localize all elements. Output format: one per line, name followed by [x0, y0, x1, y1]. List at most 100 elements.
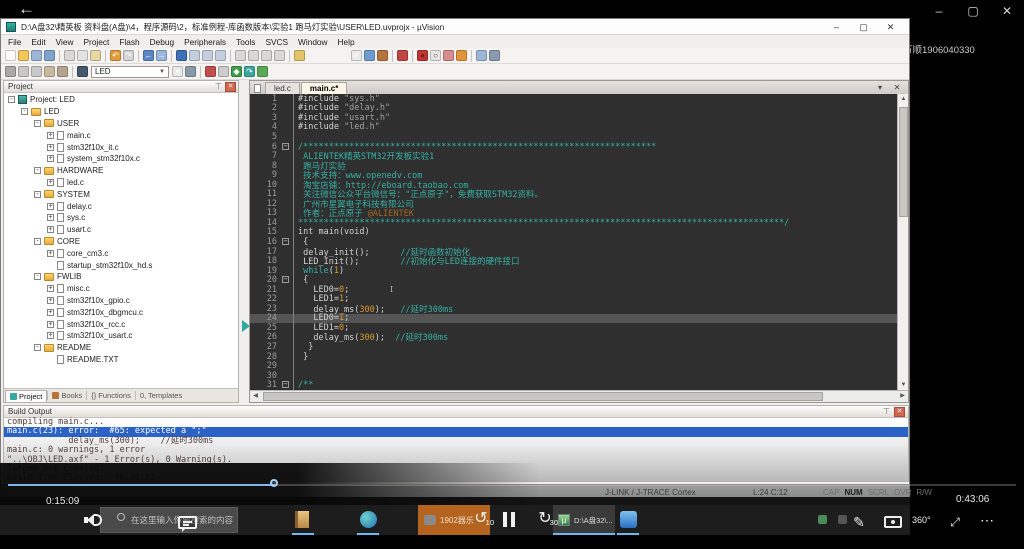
tree-expander-icon[interactable]: +: [47, 203, 54, 210]
uvision-minimize-button[interactable]: –: [829, 21, 844, 33]
tree-expander-icon[interactable]: +: [47, 132, 54, 139]
code-line-19[interactable]: 19 while(1): [250, 266, 899, 276]
tree-expander-icon[interactable]: -: [8, 96, 15, 103]
tree-node-stm32f10x-rcc-c[interactable]: +stm32f10x_rcc.c: [4, 318, 238, 330]
tree-expander-icon[interactable]: +: [47, 309, 54, 316]
build-output-close-icon[interactable]: ✕: [894, 407, 905, 417]
menu-help[interactable]: Help: [333, 37, 360, 47]
code-line-30[interactable]: 30: [250, 371, 899, 381]
taskbar-item-edge-icon[interactable]: [360, 511, 377, 528]
insert-item-icon[interactable]: ◆: [231, 66, 242, 77]
tree-node-user[interactable]: -USER: [4, 118, 238, 130]
copy-icon[interactable]: [77, 50, 88, 61]
code-line-27[interactable]: 27 }: [250, 342, 899, 352]
insert-snippet-icon[interactable]: [294, 50, 305, 61]
tree-node-delay-c[interactable]: +delay.c: [4, 200, 238, 212]
fold-collapse-icon[interactable]: −: [282, 143, 289, 150]
more-options-icon[interactable]: ⋯: [980, 512, 995, 529]
tree-expander-icon[interactable]: -: [34, 191, 41, 198]
tools-wrench-icon[interactable]: [489, 50, 500, 61]
tree-node-readme-txt[interactable]: README.TXT: [4, 354, 238, 366]
back-icon[interactable]: ←: [18, 0, 35, 18]
scroll-up-icon[interactable]: ▲: [898, 94, 909, 105]
danmaku-toggle-icon[interactable]: [178, 516, 197, 529]
menu-view[interactable]: View: [51, 37, 79, 47]
window-layout-icon[interactable]: [476, 50, 487, 61]
tree-node-led-c[interactable]: +led.c: [4, 177, 238, 189]
menu-tools[interactable]: Tools: [231, 37, 260, 47]
build-icon[interactable]: [44, 66, 55, 77]
code-line-4[interactable]: 4#include "led.h": [250, 123, 899, 133]
comment-selection-icon[interactable]: [261, 50, 272, 61]
editor-tab-main.c[interactable]: main.c*: [301, 82, 347, 94]
breakpoint-disable-all-icon[interactable]: [443, 50, 454, 61]
tree-expander-icon[interactable]: +: [47, 226, 54, 233]
tree-node-main-c[interactable]: +main.c: [4, 129, 238, 141]
tree-node-system[interactable]: -SYSTEM: [4, 188, 238, 200]
code-line-13[interactable]: 13 作者：正点原子 @ALIENTEK: [250, 209, 899, 219]
code-line-14[interactable]: 14**************************************…: [250, 218, 899, 228]
tree-expander-icon[interactable]: +: [47, 179, 54, 186]
code-line-29[interactable]: 29: [250, 361, 899, 371]
breakpoint-disable-icon[interactable]: ○: [430, 50, 441, 61]
tree-node-project-led[interactable]: -Project: LED: [4, 94, 238, 106]
tree-expander-icon[interactable]: +: [47, 285, 54, 292]
tree-expander-icon[interactable]: +: [47, 332, 54, 339]
tray-icon[interactable]: [838, 515, 847, 524]
menu-project[interactable]: Project: [79, 37, 115, 47]
tree-expander-icon[interactable]: +: [47, 214, 54, 221]
tree-node-system-stm32f10x-c[interactable]: +system_stm32f10x.c: [4, 153, 238, 165]
uvision-close-button[interactable]: ✕: [883, 21, 898, 33]
tree-node-readme[interactable]: -README: [4, 342, 238, 354]
editor-tab-led.c[interactable]: led.c: [265, 82, 300, 94]
code-line-18[interactable]: 18 LED_Init(); //初始化与LED连接的硬件接口: [250, 256, 899, 266]
tree-expander-icon[interactable]: -: [34, 120, 41, 127]
flash-download-icon[interactable]: [5, 66, 16, 77]
skip-back-10-button[interactable]: ↺ 10: [470, 509, 492, 531]
tree-expander-icon[interactable]: +: [47, 250, 54, 257]
translate-file-icon[interactable]: [31, 66, 42, 77]
pause-button[interactable]: [503, 512, 516, 527]
taskbar-item-blue-app-icon[interactable]: [620, 511, 637, 528]
open-file-icon[interactable]: [18, 50, 29, 61]
tree-node-led[interactable]: -LED: [4, 106, 238, 118]
taskbar-item-book-icon[interactable]: [295, 511, 309, 528]
tray-icon[interactable]: [818, 515, 827, 524]
find-in-files-icon[interactable]: [397, 50, 408, 61]
undo-icon[interactable]: ↶: [110, 50, 121, 61]
tree-node-fwlib[interactable]: -FWLIB: [4, 271, 238, 283]
tree-expander-icon[interactable]: +: [47, 321, 54, 328]
code-area[interactable]: 1#include "sys.h"2#include "delay.h"3#in…: [250, 94, 899, 391]
code-line-28[interactable]: 28 }: [250, 352, 899, 362]
tree-expander-icon[interactable]: +: [47, 155, 54, 162]
run-macro-icon[interactable]: [377, 50, 388, 61]
tree-node-sys-c[interactable]: +sys.c: [4, 212, 238, 224]
fold-collapse-icon[interactable]: −: [282, 238, 289, 245]
debug-session-icon[interactable]: [205, 66, 216, 77]
tree-node-hardware[interactable]: -HARDWARE: [4, 165, 238, 177]
tree-node-stm32f10x-it-c[interactable]: +stm32f10x_it.c: [4, 141, 238, 153]
panel-tab-functions[interactable]: {} Functions: [87, 390, 135, 402]
code-line-5[interactable]: 5: [250, 132, 899, 142]
rebuild-all-icon[interactable]: [57, 66, 68, 77]
code-line-24[interactable]: 24 LED0=1;: [250, 314, 899, 324]
code-line-1[interactable]: 1#include "sys.h": [250, 94, 899, 104]
panel-tab-templates[interactable]: 0, Templates: [136, 390, 186, 402]
configure-icon[interactable]: [364, 50, 375, 61]
fold-collapse-icon[interactable]: −: [282, 381, 289, 388]
redo-icon[interactable]: ↷: [123, 50, 134, 61]
panel-tab-books[interactable]: Books: [48, 390, 86, 402]
tree-expander-icon[interactable]: +: [47, 297, 54, 304]
menu-debug[interactable]: Debug: [145, 37, 179, 47]
tree-node-stm32f10x-dbgmcu-c[interactable]: +stm32f10x_dbgmcu.c: [4, 306, 238, 318]
spell-check-icon[interactable]: ✓: [351, 50, 362, 61]
bookmark-next-icon[interactable]: [202, 50, 213, 61]
pin-icon[interactable]: ⊤: [215, 83, 222, 91]
pack-installer-icon[interactable]: [257, 66, 268, 77]
breakpoint-kill-all-icon[interactable]: [456, 50, 467, 61]
tab-list-dropdown-icon[interactable]: ▾: [874, 82, 886, 93]
code-line-3[interactable]: 3#include "usart.h": [250, 113, 899, 123]
volume-icon[interactable]: [84, 512, 104, 528]
tree-expander-icon[interactable]: -: [34, 344, 41, 351]
vertical-scroll-thumb[interactable]: [899, 107, 908, 217]
